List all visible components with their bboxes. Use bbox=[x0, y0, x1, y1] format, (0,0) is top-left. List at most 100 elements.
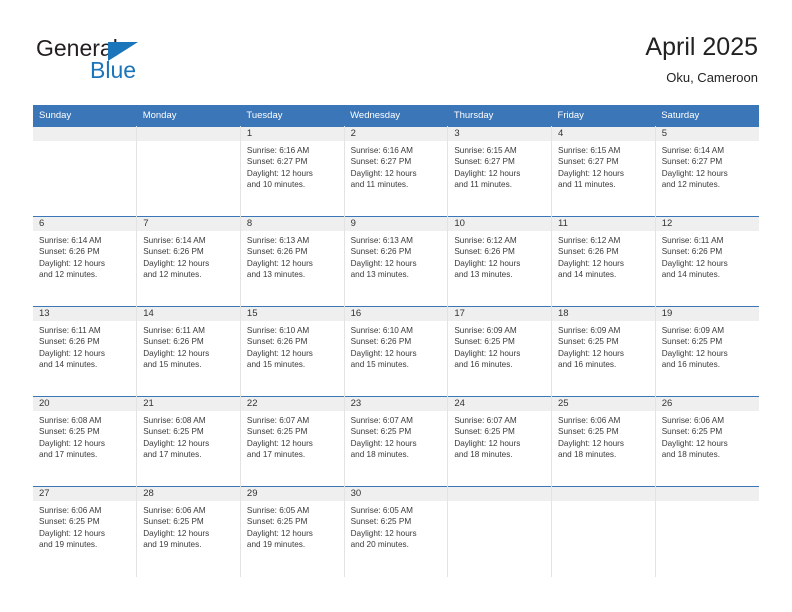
day-details: Sunrise: 6:14 AM Sunset: 6:26 PM Daylight:… bbox=[33, 231, 136, 281]
brand-logo[interactable]: General Blue bbox=[36, 36, 186, 86]
day-cell[interactable]: 18 Sunrise: 6:09 AM Sunset: 6:25 PM Dayligh… bbox=[551, 306, 656, 397]
daylight-text-line1: Daylight: 12 hours bbox=[143, 258, 210, 268]
day-cell[interactable]: 9 Sunrise: 6:13 AM Sunset: 6:26 PM Daylight… bbox=[344, 216, 449, 307]
daylight-text-line1: Daylight: 12 hours bbox=[246, 168, 313, 178]
day-cell[interactable]: 30 Sunrise: 6:05 AM Sunset: 6:25 PM Dayligh… bbox=[344, 486, 449, 577]
day-cell[interactable]: 4 Sunrise: 6:15 AM Sunset: 6:27 PM Daylight… bbox=[551, 126, 656, 217]
day-cell[interactable]: 15 Sunrise: 6:10 AM Sunset: 6:26 PM Dayligh… bbox=[240, 306, 345, 397]
day-cell[interactable]: 13 Sunrise: 6:11 AM Sunset: 6:26 PM Dayligh… bbox=[33, 306, 138, 397]
daylight-text-line2: and 17 minutes. bbox=[143, 450, 202, 460]
sunrise-text: Sunrise: 6:09 AM bbox=[454, 326, 517, 335]
day-cell[interactable]: 1 Sunrise: 6:16 AM Sunset: 6:27 PM Daylight… bbox=[240, 126, 345, 217]
daylight-text-line1: Daylight: 12 hours bbox=[143, 348, 210, 358]
page-header: General Blue April 2025 Oku, Cameroon bbox=[0, 0, 792, 100]
day-cell[interactable]: 6 Sunrise: 6:14 AM Sunset: 6:26 PM Daylight… bbox=[33, 216, 138, 307]
day-details: Sunrise: 6:09 AM Sunset: 6:25 PM Daylight:… bbox=[448, 321, 551, 371]
sunrise-text: Sunrise: 6:11 AM bbox=[143, 326, 205, 335]
day-cell-empty bbox=[136, 126, 241, 217]
sunrise-text: Sunrise: 6:14 AM bbox=[143, 236, 206, 245]
daylight-text-line2: and 17 minutes. bbox=[39, 450, 98, 460]
page-subtitle: Oku, Cameroon bbox=[666, 70, 758, 85]
weekday-header-monday: Monday bbox=[136, 105, 241, 127]
daylight-text-line1: Daylight: 12 hours bbox=[558, 258, 625, 268]
sunrise-text: Sunrise: 6:11 AM bbox=[39, 326, 101, 335]
daylight-text-line2: and 18 minutes. bbox=[454, 450, 513, 460]
day-cell[interactable]: 26 Sunrise: 6:06 AM Sunset: 6:25 PM Dayligh… bbox=[655, 396, 759, 487]
daylight-text-line1: Daylight: 12 hours bbox=[454, 258, 521, 268]
daylight-text-line1: Daylight: 12 hours bbox=[454, 348, 521, 358]
day-cell[interactable]: 27 Sunrise: 6:06 AM Sunset: 6:25 PM Dayligh… bbox=[33, 486, 138, 577]
daylight-text-line2: and 15 minutes. bbox=[143, 360, 202, 370]
day-cell[interactable]: 11 Sunrise: 6:12 AM Sunset: 6:26 PM Dayligh… bbox=[551, 216, 656, 307]
day-number: 7 bbox=[137, 217, 240, 231]
sunset-text: Sunset: 6:26 PM bbox=[246, 337, 308, 347]
sunrise-text: Sunrise: 6:14 AM bbox=[661, 146, 725, 155]
daylight-text-line1: Daylight: 12 hours bbox=[350, 528, 417, 538]
triangle-logo-icon bbox=[108, 42, 138, 61]
sunrise-text: Sunrise: 6:13 AM bbox=[350, 236, 413, 245]
day-details: Sunrise: 6:06 AM Sunset: 6:25 PM Daylight:… bbox=[552, 411, 655, 461]
day-cell[interactable]: 21 Sunrise: 6:08 AM Sunset: 6:25 PM Dayligh… bbox=[136, 396, 241, 487]
day-cell[interactable]: 5 Sunrise: 6:14 AM Sunset: 6:27 PM Daylight… bbox=[655, 126, 759, 217]
day-number: 6 bbox=[33, 217, 137, 231]
daylight-text-line2: and 14 minutes. bbox=[558, 270, 617, 280]
day-cell[interactable]: 7 Sunrise: 6:14 AM Sunset: 6:26 PM Daylight… bbox=[136, 216, 241, 307]
day-cell[interactable]: 19 Sunrise: 6:09 AM Sunset: 6:25 PM Dayligh… bbox=[655, 306, 759, 397]
calendar-week-row: 6 Sunrise: 6:14 AM Sunset: 6:26 PM Daylight… bbox=[33, 216, 759, 307]
day-details: Sunrise: 6:15 AM Sunset: 6:27 PM Daylight:… bbox=[552, 141, 655, 191]
day-number bbox=[137, 127, 240, 141]
daylight-text-line1: Daylight: 12 hours bbox=[558, 348, 625, 358]
day-cell[interactable]: 25 Sunrise: 6:06 AM Sunset: 6:25 PM Dayligh… bbox=[551, 396, 656, 487]
daylight-text-line1: Daylight: 12 hours bbox=[143, 528, 210, 538]
sunset-text: Sunset: 6:27 PM bbox=[558, 157, 619, 167]
sunrise-text: Sunrise: 6:08 AM bbox=[39, 416, 102, 425]
day-details: Sunrise: 6:15 AM Sunset: 6:27 PM Daylight:… bbox=[448, 141, 551, 191]
daylight-text-line1: Daylight: 12 hours bbox=[39, 438, 105, 448]
daylight-text-line2: and 17 minutes. bbox=[246, 450, 306, 460]
sunset-text: Sunset: 6:26 PM bbox=[558, 247, 619, 257]
day-number: 16 bbox=[344, 307, 448, 321]
day-cell[interactable]: 17 Sunrise: 6:09 AM Sunset: 6:25 PM Dayligh… bbox=[447, 306, 553, 397]
day-cell-empty bbox=[655, 486, 759, 577]
day-cell[interactable]: 24 Sunrise: 6:07 AM Sunset: 6:25 PM Dayligh… bbox=[447, 396, 553, 487]
sunrise-text: Sunrise: 6:16 AM bbox=[246, 146, 310, 155]
day-cell[interactable]: 12 Sunrise: 6:11 AM Sunset: 6:26 PM Dayligh… bbox=[655, 216, 759, 307]
daylight-text-line2: and 20 minutes. bbox=[350, 540, 409, 550]
daylight-text-line1: Daylight: 12 hours bbox=[558, 438, 625, 448]
day-cell[interactable]: 29 Sunrise: 6:05 AM Sunset: 6:25 PM Dayligh… bbox=[240, 486, 345, 577]
sunset-text: Sunset: 6:26 PM bbox=[350, 247, 412, 257]
day-cell[interactable]: 3 Sunrise: 6:15 AM Sunset: 6:27 PM Daylight… bbox=[447, 126, 553, 217]
day-details: Sunrise: 6:16 AM Sunset: 6:27 PM Daylight:… bbox=[241, 141, 344, 191]
day-number: 17 bbox=[448, 307, 552, 321]
day-cell[interactable]: 28 Sunrise: 6:06 AM Sunset: 6:25 PM Dayligh… bbox=[136, 486, 241, 577]
day-cell[interactable]: 10 Sunrise: 6:12 AM Sunset: 6:26 PM Dayligh… bbox=[447, 216, 553, 307]
sunrise-text: Sunrise: 6:06 AM bbox=[558, 416, 621, 425]
sunrise-text: Sunrise: 6:06 AM bbox=[143, 506, 206, 515]
day-number: 24 bbox=[448, 397, 552, 411]
day-cell[interactable]: 23 Sunrise: 6:07 AM Sunset: 6:25 PM Dayligh… bbox=[344, 396, 449, 487]
sunrise-text: Sunrise: 6:05 AM bbox=[350, 506, 413, 515]
daylight-text-line2: and 19 minutes. bbox=[39, 540, 98, 550]
day-cell[interactable]: 22 Sunrise: 6:07 AM Sunset: 6:25 PM Dayligh… bbox=[240, 396, 345, 487]
day-cell[interactable]: 20 Sunrise: 6:08 AM Sunset: 6:25 PM Dayligh… bbox=[33, 396, 138, 487]
daylight-text-line2: and 14 minutes. bbox=[661, 270, 720, 280]
daylight-text-line2: and 11 minutes. bbox=[454, 180, 512, 190]
day-number: 23 bbox=[344, 397, 448, 411]
sunset-text: Sunset: 6:25 PM bbox=[39, 517, 100, 527]
sunrise-text: Sunrise: 6:15 AM bbox=[558, 146, 621, 155]
sunset-text: Sunset: 6:25 PM bbox=[661, 427, 723, 437]
daylight-text-line2: and 12 minutes. bbox=[661, 180, 720, 190]
day-number: 9 bbox=[344, 217, 448, 231]
daylight-text-line1: Daylight: 12 hours bbox=[246, 348, 313, 358]
calendar-week-row: 20 Sunrise: 6:08 AM Sunset: 6:25 PM Dayligh… bbox=[33, 396, 759, 487]
day-cell[interactable]: 8 Sunrise: 6:13 AM Sunset: 6:26 PM Daylight… bbox=[240, 216, 345, 307]
sunset-text: Sunset: 6:26 PM bbox=[143, 337, 204, 347]
day-cell[interactable]: 14 Sunrise: 6:11 AM Sunset: 6:26 PM Dayligh… bbox=[136, 306, 241, 397]
day-cell[interactable]: 2 Sunrise: 6:16 AM Sunset: 6:27 PM Daylight… bbox=[344, 126, 449, 217]
day-cell[interactable]: 16 Sunrise: 6:10 AM Sunset: 6:26 PM Dayligh… bbox=[344, 306, 449, 397]
sunset-text: Sunset: 6:26 PM bbox=[143, 247, 204, 257]
sunrise-text: Sunrise: 6:13 AM bbox=[246, 236, 310, 245]
daylight-text-line2: and 19 minutes. bbox=[143, 540, 202, 550]
sunset-text: Sunset: 6:27 PM bbox=[661, 157, 723, 167]
daylight-text-line2: and 13 minutes. bbox=[246, 270, 306, 280]
